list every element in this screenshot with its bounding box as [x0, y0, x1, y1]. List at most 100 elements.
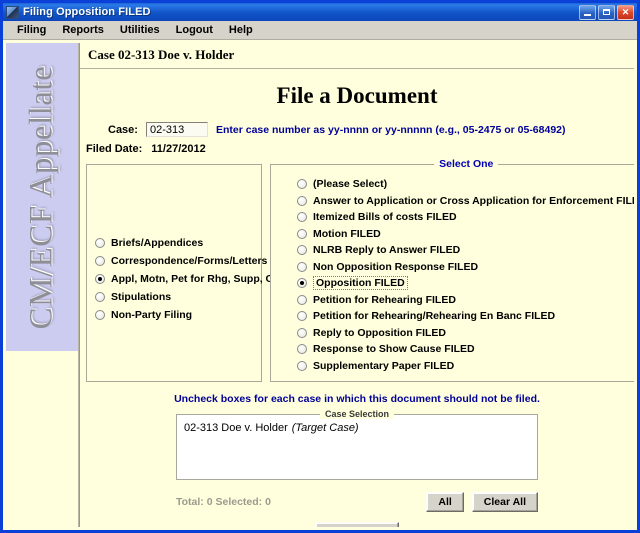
doc-option-non-opposition-response[interactable]: Non Opposition Response FILED: [297, 261, 634, 273]
category-option-label: Correspondence/Forms/Letters: [111, 255, 268, 267]
application-icon: [6, 5, 19, 19]
doc-option-nlrb-reply-to-answer[interactable]: NLRB Reply to Answer FILED: [297, 244, 634, 256]
case-selection-wrapper: Case Selection 02-313 Doe v. Holder (Targ…: [80, 409, 634, 480]
radio-icon[interactable]: [95, 256, 105, 266]
radio-icon[interactable]: [297, 344, 307, 354]
totals-label: Total: 0 Selected: 0: [176, 496, 271, 508]
doc-option-label: Itemized Bills of costs FILED: [313, 211, 457, 223]
case-number-hint: Enter case number as yy-nnnn or yy-nnnnn…: [215, 123, 566, 136]
category-option-correspondence-forms-letters[interactable]: Correspondence/Forms/Letters: [95, 255, 267, 267]
minimize-icon: [584, 13, 591, 16]
sidebar-brand-label: CM/ECF Appellate: [23, 65, 60, 329]
doc-option-response-to-show-cause[interactable]: Response to Show Cause FILED: [297, 343, 634, 355]
doc-option-label: (Please Select): [313, 178, 388, 190]
close-button[interactable]: ✕: [617, 4, 634, 20]
window-controls: ✕: [579, 4, 635, 20]
category-option-label: Non-Party Filing: [111, 309, 193, 321]
content-pane: Case 02-313 Doe v. Holder File a Documen…: [79, 43, 634, 527]
minimize-button[interactable]: [579, 4, 596, 20]
category-radio-list: Briefs/Appendices Correspondence/Forms/L…: [87, 165, 299, 321]
radio-icon[interactable]: [297, 327, 307, 338]
doc-option-label: Petition for Rehearing/Rehearing En Banc…: [313, 310, 556, 322]
title-bar: Filing Opposition FILED ✕: [3, 3, 637, 21]
filed-date-row: Filed Date: 11/27/2012: [80, 143, 634, 155]
clear-all-button[interactable]: Clear All: [471, 492, 538, 512]
doc-option-reply-to-opposition[interactable]: Reply to Opposition FILED: [297, 327, 634, 339]
radio-icon[interactable]: [297, 311, 307, 321]
case-selection-legend: Case Selection: [177, 409, 537, 419]
doc-option-label: Petition for Rehearing FILED: [313, 293, 456, 306]
case-selection-box[interactable]: Case Selection 02-313 Doe v. Holder (Targ…: [176, 409, 538, 480]
category-panel: Briefs/Appendices Correspondence/Forms/L…: [86, 164, 299, 382]
doc-option-opposition-filed[interactable]: Opposition FILED: [297, 276, 634, 290]
case-number-label: Case:: [108, 123, 138, 136]
select-one-panel: Select One (Please Select) Answer to App…: [270, 158, 634, 382]
menu-item-utilities[interactable]: Utilities: [112, 23, 168, 37]
continue-row: Continue: [80, 512, 634, 527]
close-icon: ✕: [621, 6, 630, 17]
totals-row: Total: 0 Selected: 0 All Clear All: [80, 480, 634, 512]
page-title: File a Document: [276, 83, 438, 108]
case-selection-target-tag: (Target Case): [291, 422, 359, 434]
menu-item-filing[interactable]: Filing: [9, 23, 54, 37]
application-window: Filing Opposition FILED ✕ Filing Reports…: [0, 0, 640, 533]
menu-item-help[interactable]: Help: [221, 23, 261, 37]
category-option-label: Briefs/Appendices: [111, 237, 204, 249]
category-option-briefs-appendices[interactable]: Briefs/Appendices: [95, 237, 261, 249]
menu-bar: Filing Reports Utilities Logout Help: [3, 21, 637, 40]
window-title: Filing Opposition FILED: [23, 6, 151, 18]
menu-item-reports[interactable]: Reports: [54, 23, 112, 37]
doc-option-label: Supplementary Paper FILED: [313, 359, 455, 372]
radio-icon[interactable]: [297, 212, 307, 222]
category-option-label: Stipulations: [111, 291, 172, 303]
case-number-row: Case: Enter case number as yy-nnnn or yy…: [80, 122, 634, 137]
workspace: CM/ECF Appellate Case 02-313 Doe v. Hold…: [6, 43, 634, 527]
filed-date-label: Filed Date:: [86, 143, 143, 155]
maximize-button[interactable]: [598, 4, 615, 20]
radio-icon[interactable]: [95, 238, 105, 248]
radio-icon[interactable]: [297, 179, 307, 189]
maximize-icon: [603, 9, 610, 15]
case-number-input[interactable]: [145, 122, 208, 137]
case-selection-item[interactable]: 02-313 Doe v. Holder (Target Case): [184, 422, 537, 434]
category-option-stipulations[interactable]: Stipulations: [95, 291, 261, 303]
radio-icon[interactable]: [297, 228, 307, 239]
radio-icon[interactable]: [297, 195, 307, 206]
radio-icon[interactable]: [297, 261, 307, 272]
category-option-appl-motn-pet[interactable]: Appl, Motn, Pet for Rhg, Supp, Oppos: [95, 273, 299, 285]
sidebar: CM/ECF Appellate: [6, 43, 79, 527]
continue-button[interactable]: Continue: [315, 522, 399, 527]
radio-icon-selected[interactable]: [297, 278, 307, 288]
doc-option-label: Answer to Application or Cross Applicati…: [313, 194, 634, 207]
doc-option-label: Response to Show Cause FILED: [313, 343, 475, 355]
radio-icon[interactable]: [297, 360, 307, 371]
radio-icon[interactable]: [297, 294, 307, 305]
doc-option-petition-for-rehearing[interactable]: Petition for Rehearing FILED: [297, 294, 634, 306]
select-all-button[interactable]: All: [426, 492, 464, 512]
page-body: File a Document Case: Enter case number …: [80, 68, 634, 527]
case-selection-legend-text: Case Selection: [319, 409, 395, 419]
doc-option-label: Motion FILED: [313, 227, 381, 240]
radio-icon[interactable]: [95, 292, 105, 302]
doc-option-please-select[interactable]: (Please Select): [297, 178, 634, 190]
uncheck-notice: Uncheck boxes for each case in which thi…: [174, 393, 540, 405]
radio-icon-selected[interactable]: [95, 274, 105, 284]
menu-item-logout[interactable]: Logout: [168, 23, 221, 37]
doc-option-supplementary-paper[interactable]: Supplementary Paper FILED: [297, 360, 634, 372]
case-selection-case-number: 02-313 Doe v. Holder: [184, 422, 288, 434]
doc-option-label: Non Opposition Response FILED: [313, 260, 479, 273]
filed-date-value: 11/27/2012: [151, 143, 206, 155]
doc-option-itemized-bills-of-costs[interactable]: Itemized Bills of costs FILED: [297, 211, 634, 223]
doc-option-label: NLRB Reply to Answer FILED: [313, 244, 461, 256]
doc-option-motion-filed[interactable]: Motion FILED: [297, 228, 634, 240]
panels-container: Briefs/Appendices Correspondence/Forms/L…: [80, 158, 634, 382]
doc-option-label: Opposition FILED: [313, 276, 408, 290]
select-one-radio-list: (Please Select) Answer to Application or…: [271, 165, 634, 381]
radio-icon[interactable]: [95, 310, 105, 320]
doc-option-petition-for-rehearing-en-banc[interactable]: Petition for Rehearing/Rehearing En Banc…: [297, 310, 634, 322]
doc-option-answer-to-application[interactable]: Answer to Application or Cross Applicati…: [297, 195, 634, 207]
radio-icon[interactable]: [297, 245, 307, 255]
sidebar-brand-band: CM/ECF Appellate: [6, 43, 78, 351]
category-option-non-party-filing[interactable]: Non-Party Filing: [95, 309, 261, 321]
doc-option-label: Reply to Opposition FILED: [313, 326, 446, 339]
